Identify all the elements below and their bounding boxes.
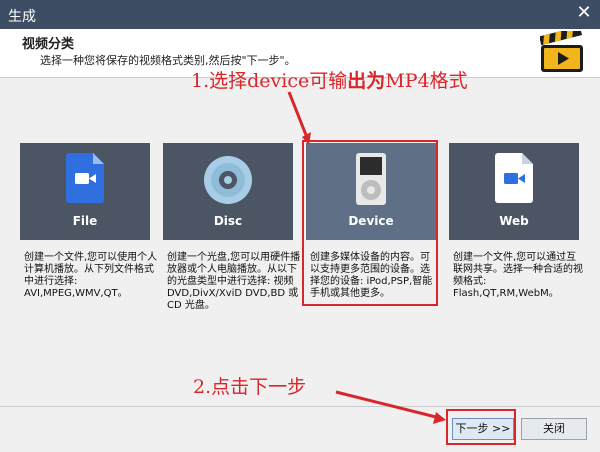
- content-area: [0, 78, 600, 406]
- section-title: 视频分类: [22, 37, 75, 52]
- disc-icon: [204, 156, 252, 204]
- card-description-disc: 创建一个光盘,您可以用硬件播放器或个人电脑播放。从以下的光盘类型中进行选择: 视…: [167, 252, 301, 311]
- card-description-device: 创建多媒体设备的内容。可以支持更多范围的设备。选择您的设备: iPod,PSP,…: [310, 252, 433, 299]
- close-button[interactable]: 关闭: [521, 418, 587, 440]
- card-label: Disc: [213, 214, 243, 228]
- ipod-icon: [356, 153, 386, 205]
- window-title: 生成: [8, 9, 36, 25]
- card-web[interactable]: Web: [449, 143, 579, 240]
- card-label: Web: [499, 214, 529, 228]
- file-video-icon: [66, 153, 104, 203]
- card-disc[interactable]: Disc: [163, 143, 293, 240]
- card-description-web: 创建一个文件,您可以通过互联网共享。选择一种合适的视频格式: Flash,QT,…: [453, 252, 583, 299]
- card-label: Device: [348, 214, 394, 228]
- card-description-file: 创建一个文件,您可以使用个人计算机播放。从下列文件格式中进行选择: AVI,MP…: [24, 252, 158, 299]
- annotation-step1: 1.选择device可输出为MP4格式: [191, 70, 468, 92]
- title-bar: 生成 ✕: [0, 0, 600, 29]
- card-label: File: [72, 214, 98, 228]
- annotation-step2: 2.点击下一步: [193, 376, 307, 398]
- card-file[interactable]: File: [20, 143, 150, 240]
- card-device[interactable]: Device: [306, 143, 436, 240]
- web-video-icon: [495, 153, 533, 203]
- next-button[interactable]: 下一步 >>: [452, 418, 514, 440]
- clapperboard-icon: [540, 31, 583, 72]
- close-icon[interactable]: ✕: [574, 3, 594, 23]
